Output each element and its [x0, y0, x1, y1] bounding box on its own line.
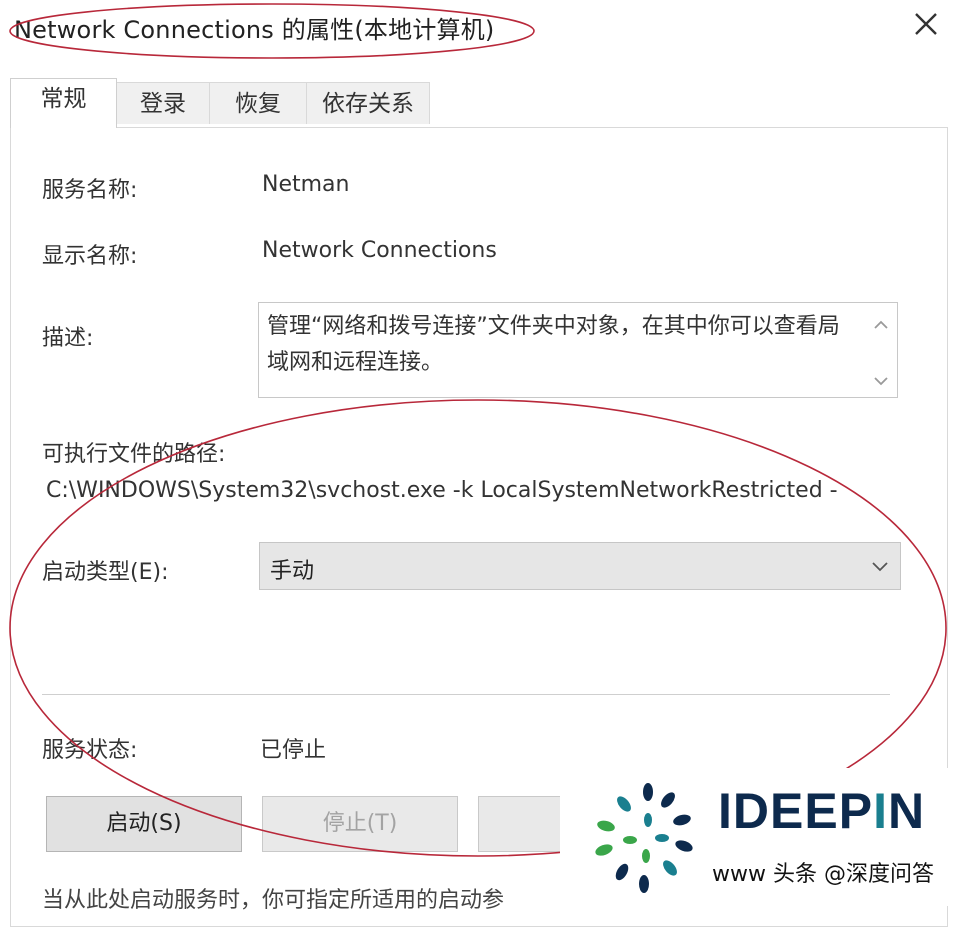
brand-suffix: N	[887, 783, 926, 839]
brand-highlight: I	[873, 783, 888, 839]
brand-prefix: IDEEP	[718, 783, 874, 839]
startup-type-value: 手动	[270, 559, 315, 584]
stop-button[interactable]: 停止(T)	[262, 796, 458, 852]
exe-path-label: 可执行文件的路径:	[42, 442, 226, 467]
chevron-down-icon	[872, 562, 888, 572]
startup-params-hint: 当从此处启动服务时，你可指定所适用的启动参	[42, 888, 505, 913]
description-box[interactable]: 管理“网络和拨号连接”文件夹中对象，在其中你可以查看局域网和远程连接。	[258, 302, 898, 398]
tab-dependencies[interactable]: 依存关系	[306, 82, 430, 124]
tab-logon[interactable]: 登录	[116, 82, 210, 124]
logo-icon	[595, 783, 693, 893]
service-status-label: 服务状态:	[42, 738, 138, 763]
service-name-value: Netman	[262, 172, 350, 197]
watermark-caption: www 头条 @深度问答	[712, 862, 934, 887]
startup-type-select[interactable]: 手动	[259, 542, 901, 590]
startup-type-label: 启动类型(E):	[42, 560, 169, 585]
description-text: 管理“网络和拨号连接”文件夹中对象，在其中你可以查看局域网和远程连接。	[267, 314, 840, 375]
start-button[interactable]: 启动(S)	[46, 796, 242, 852]
service-status-value: 已停止	[260, 738, 327, 763]
scroll-up-icon[interactable]	[869, 313, 893, 337]
service-name-label: 服务名称:	[42, 178, 138, 203]
scroll-down-icon[interactable]	[869, 369, 893, 393]
description-label: 描述:	[42, 326, 94, 351]
close-button[interactable]	[908, 6, 944, 42]
watermark: IDEEPIN www 头条 @深度问答	[560, 768, 958, 906]
close-icon	[915, 13, 937, 35]
window-title: Network Connections 的属性(本地计算机)	[14, 16, 495, 44]
tab-recovery[interactable]: 恢复	[209, 82, 307, 124]
divider	[42, 694, 890, 695]
watermark-brand: IDEEPIN	[718, 782, 925, 840]
title-bar: Network Connections 的属性(本地计算机)	[0, 0, 958, 54]
tab-strip: 常规 登录 恢复 依存关系	[0, 78, 958, 128]
tab-general[interactable]: 常规	[10, 78, 117, 128]
display-name-value: Network Connections	[262, 238, 497, 263]
exe-path-value: C:\WINDOWS\System32\svchost.exe -k Local…	[46, 478, 838, 503]
display-name-label: 显示名称:	[42, 244, 138, 269]
